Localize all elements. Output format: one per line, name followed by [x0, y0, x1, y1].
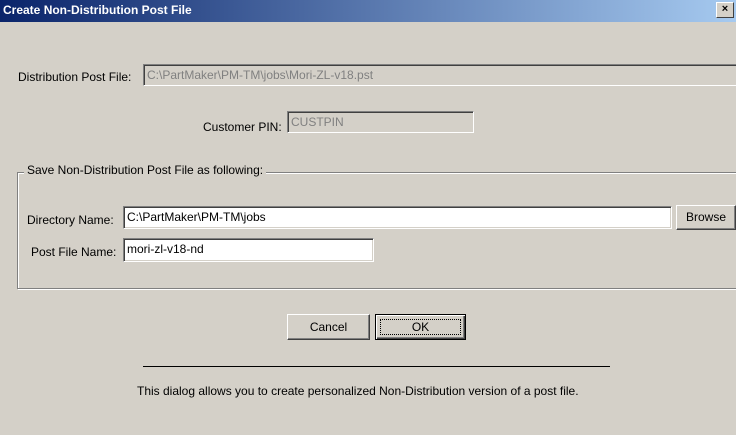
browse-button[interactable]: Browse [676, 205, 736, 230]
customer-pin-field[interactable]: CUSTPIN [287, 111, 474, 133]
info-text: This dialog allows you to create persona… [137, 384, 579, 398]
distribution-post-file-label: Distribution Post File: [18, 70, 132, 84]
window-title: Create Non-Distribution Post File [3, 3, 192, 17]
save-groupbox [17, 172, 736, 289]
focus-rectangle [380, 319, 461, 335]
ok-button[interactable]: OK [375, 314, 466, 340]
directory-name-label: Directory Name: [27, 213, 114, 227]
close-button[interactable]: × [716, 2, 734, 18]
distribution-post-file-field[interactable]: C:\PartMaker\PM-TM\jobs\Mori-ZL-v18.pst [143, 64, 736, 86]
directory-name-input[interactable]: C:\PartMaker\PM-TM\jobs [123, 206, 672, 229]
customer-pin-label: Customer PIN: [203, 120, 282, 134]
post-file-name-label: Post File Name: [31, 245, 117, 259]
post-file-name-input[interactable]: mori-zl-v18-nd [123, 238, 374, 262]
separator-line [143, 366, 610, 367]
cancel-button[interactable]: Cancel [287, 314, 370, 340]
title-bar: Create Non-Distribution Post File × [0, 0, 736, 22]
save-group-legend: Save Non-Distribution Post File as follo… [24, 163, 267, 177]
close-icon: × [721, 3, 729, 15]
